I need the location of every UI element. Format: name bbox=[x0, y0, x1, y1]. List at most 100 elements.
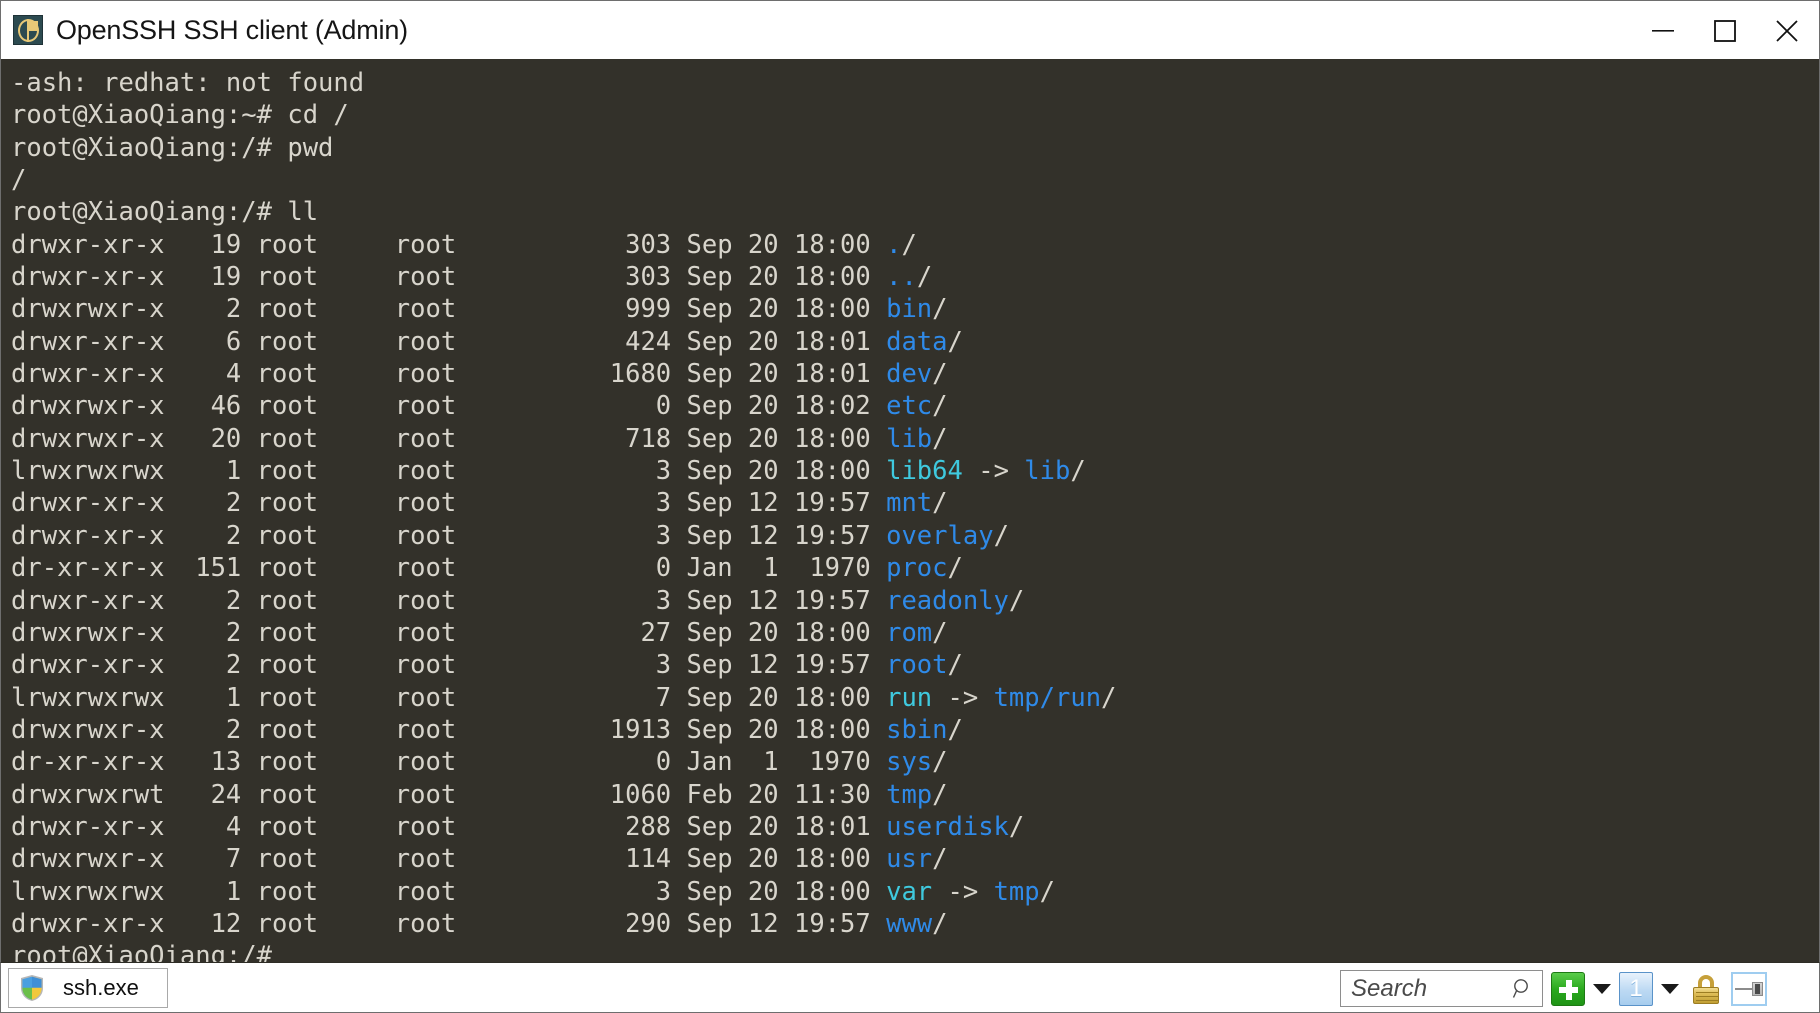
terminal-text: lrwxrwxrwx 1 root root 7 Sep 20 18:00 bbox=[11, 682, 887, 713]
search-icon[interactable] bbox=[1512, 978, 1534, 1000]
directory-name: root bbox=[886, 650, 948, 681]
terminal-text: lrwxrwxrwx 1 root root 3 Sep 20 18:00 bbox=[11, 456, 887, 487]
terminal-line: drwxr-xr-x 2 root root 3 Sep 12 19:57 ov… bbox=[11, 520, 1819, 552]
terminal-line: drwxr-xr-x 6 root root 424 Sep 20 18:01 … bbox=[11, 326, 1819, 358]
terminal-text: lrwxrwxrwx 1 root root 3 Sep 20 18:00 bbox=[11, 876, 887, 907]
padlock-icon[interactable] bbox=[1689, 972, 1723, 1006]
terminal-text: / bbox=[1039, 876, 1055, 907]
panel-layout-icon[interactable] bbox=[1731, 971, 1767, 1006]
terminal-line: drwxr-xr-x 19 root root 303 Sep 20 18:00… bbox=[11, 261, 1819, 293]
terminal-line: drwxr-xr-x 12 root root 290 Sep 12 19:57… bbox=[11, 908, 1819, 940]
symlink-name: run bbox=[886, 682, 933, 713]
terminal-line: root@XiaoQiang:/# ll bbox=[11, 196, 1819, 228]
session-count-button[interactable]: 1 bbox=[1619, 971, 1653, 1006]
terminal-line: drwxrwxr-x 46 root root 0 Sep 20 18:02 e… bbox=[11, 390, 1819, 422]
maximize-button[interactable] bbox=[1694, 2, 1756, 59]
new-session-button[interactable] bbox=[1551, 971, 1585, 1006]
terminal-text: drwxr-xr-x 2 root root 3 Sep 12 19:57 bbox=[11, 585, 887, 616]
taskbar-tray: Search 1 bbox=[1340, 963, 1813, 1013]
terminal-line: drwxrwxr-x 2 root root 999 Sep 20 18:00 … bbox=[11, 293, 1819, 325]
taskbar-item-ssh-exe[interactable]: ssh.exe bbox=[8, 967, 168, 1008]
terminal-text: drwxr-xr-x 19 root root 303 Sep 20 18:00 bbox=[11, 262, 887, 293]
title-bar: OpenSSH SSH client (Admin) bbox=[0, 0, 1820, 59]
terminal-text: root@XiaoQiang:/# bbox=[11, 941, 272, 962]
terminal-text: drwxrwxr-x 7 root root 114 Sep 20 18:00 bbox=[11, 844, 887, 875]
terminal-text: / bbox=[932, 908, 948, 939]
close-button[interactable] bbox=[1756, 2, 1818, 59]
symlink-name: lib64 bbox=[886, 456, 963, 487]
terminal-text: / bbox=[916, 262, 933, 293]
terminal-text: / bbox=[947, 714, 963, 745]
terminal-text: / bbox=[947, 650, 963, 681]
terminal-text: drwxr-xr-x 2 root root 3 Sep 12 19:57 bbox=[11, 650, 887, 681]
terminal-text: / bbox=[901, 229, 917, 260]
terminal-line: lrwxrwxrwx 1 root root 3 Sep 20 18:00 li… bbox=[11, 455, 1819, 487]
new-session-dropdown-chevron-down-icon[interactable] bbox=[1591, 972, 1613, 1006]
terminal-line: lrwxrwxrwx 1 root root 7 Sep 20 18:00 ru… bbox=[11, 682, 1819, 714]
terminal-text: root@XiaoQiang:/# pwd bbox=[11, 132, 334, 163]
terminal-text: -ash: redhat: not found bbox=[11, 68, 365, 98]
terminal-text: drwxr-xr-x 4 root root 288 Sep 20 18:01 bbox=[11, 811, 887, 842]
directory-name: lib bbox=[886, 423, 933, 454]
terminal-text: / bbox=[932, 779, 948, 810]
terminal-line: / bbox=[11, 164, 1819, 196]
terminal-line: drwxrwxr-x 20 root root 718 Sep 20 18:00… bbox=[11, 423, 1819, 455]
terminal-text: / bbox=[932, 844, 948, 875]
terminal-text: / bbox=[932, 423, 948, 454]
directory-name: data bbox=[886, 326, 948, 357]
directory-name: rom bbox=[886, 617, 933, 648]
terminal-text: -> bbox=[932, 682, 994, 713]
directory-name: tmp bbox=[993, 876, 1040, 907]
search-placeholder: Search bbox=[1351, 974, 1428, 1002]
directory-name: bin bbox=[886, 294, 933, 325]
terminal-line: drwxr-xr-x 4 root root 288 Sep 20 18:01 … bbox=[11, 811, 1819, 843]
terminal-line: drwxrwxr-x 2 root root 1913 Sep 20 18:00… bbox=[11, 714, 1819, 746]
terminal-text: -> bbox=[932, 876, 994, 907]
taskbar-item-label: ssh.exe bbox=[63, 974, 139, 1000]
search-input[interactable]: Search bbox=[1340, 970, 1543, 1007]
terminal-output[interactable]: -ash: redhat: not found root@XiaoQiang:~#… bbox=[0, 59, 1820, 962]
minimize-button[interactable] bbox=[1632, 2, 1694, 59]
terminal-text: drwxrwxr-x 2 root root 27 Sep 20 18:00 bbox=[11, 617, 887, 648]
terminal-text: drwxr-xr-x 12 root root 290 Sep 12 19:57 bbox=[11, 908, 887, 939]
directory-name: mnt bbox=[886, 488, 933, 519]
terminal-text: / bbox=[1008, 585, 1025, 616]
terminal-text: dr-xr-xr-x 13 root root 0 Jan 1 1970 bbox=[11, 747, 887, 778]
directory-name: sbin bbox=[886, 714, 948, 745]
terminal-line: drwxrwxr-x 7 root root 114 Sep 20 18:00 … bbox=[11, 843, 1819, 875]
terminal-line: root@XiaoQiang:/# pwd bbox=[11, 132, 1819, 164]
directory-name: www bbox=[886, 908, 933, 939]
session-dropdown-chevron-down-icon[interactable] bbox=[1659, 972, 1681, 1006]
terminal-line: lrwxrwxrwx 1 root root 3 Sep 20 18:00 va… bbox=[11, 876, 1819, 908]
terminal-text: drwxrwxr-x 2 root root 999 Sep 20 18:00 bbox=[11, 294, 887, 325]
directory-name: proc bbox=[886, 553, 948, 584]
terminal-text: drwxrwxr-x 20 root root 718 Sep 20 18:00 bbox=[11, 423, 887, 454]
terminal-text: drwxrwxrwt 24 root root 1060 Feb 20 11:3… bbox=[11, 779, 887, 810]
directory-name: sys bbox=[886, 747, 933, 778]
terminal-line: drwxr-xr-x 4 root root 1680 Sep 20 18:01… bbox=[11, 358, 1819, 390]
terminal-line: drwxr-xr-x 19 root root 303 Sep 20 18:00… bbox=[11, 229, 1819, 261]
directory-name: userdisk bbox=[886, 811, 1009, 842]
window-title: OpenSSH SSH client (Admin) bbox=[56, 14, 408, 45]
terminal-line: drwxr-xr-x 2 root root 3 Sep 12 19:57 re… bbox=[11, 585, 1819, 617]
terminal-line: drwxr-xr-x 2 root root 3 Sep 12 19:57 ro… bbox=[11, 649, 1819, 681]
directory-name: readonly bbox=[886, 585, 1009, 616]
directory-name: overlay bbox=[886, 520, 994, 551]
taskbar: ssh.exe Search 1 bbox=[0, 962, 1820, 1013]
terminal-text: / bbox=[993, 520, 1009, 551]
directory-name: . bbox=[886, 229, 902, 260]
terminal-text: / bbox=[932, 617, 948, 648]
terminal-text: / bbox=[1008, 811, 1025, 842]
terminal-line: drwxrwxr-x 2 root root 27 Sep 20 18:00 r… bbox=[11, 617, 1819, 649]
directory-name: dev bbox=[886, 359, 933, 390]
directory-name: tmp bbox=[886, 779, 933, 810]
hamburger-menu-icon[interactable] bbox=[1775, 972, 1809, 1006]
terminal-line: -ash: redhat: not found bbox=[11, 67, 1819, 99]
terminal-text: / bbox=[932, 488, 948, 519]
directory-name: usr bbox=[886, 844, 933, 875]
terminal-line: root@XiaoQiang:/# bbox=[11, 940, 1819, 962]
terminal-line: drwxrwxrwt 24 root root 1060 Feb 20 11:3… bbox=[11, 779, 1819, 811]
directory-name: .. bbox=[886, 262, 917, 293]
terminal-text: -> bbox=[962, 456, 1025, 487]
symlink-name: var bbox=[886, 876, 933, 907]
